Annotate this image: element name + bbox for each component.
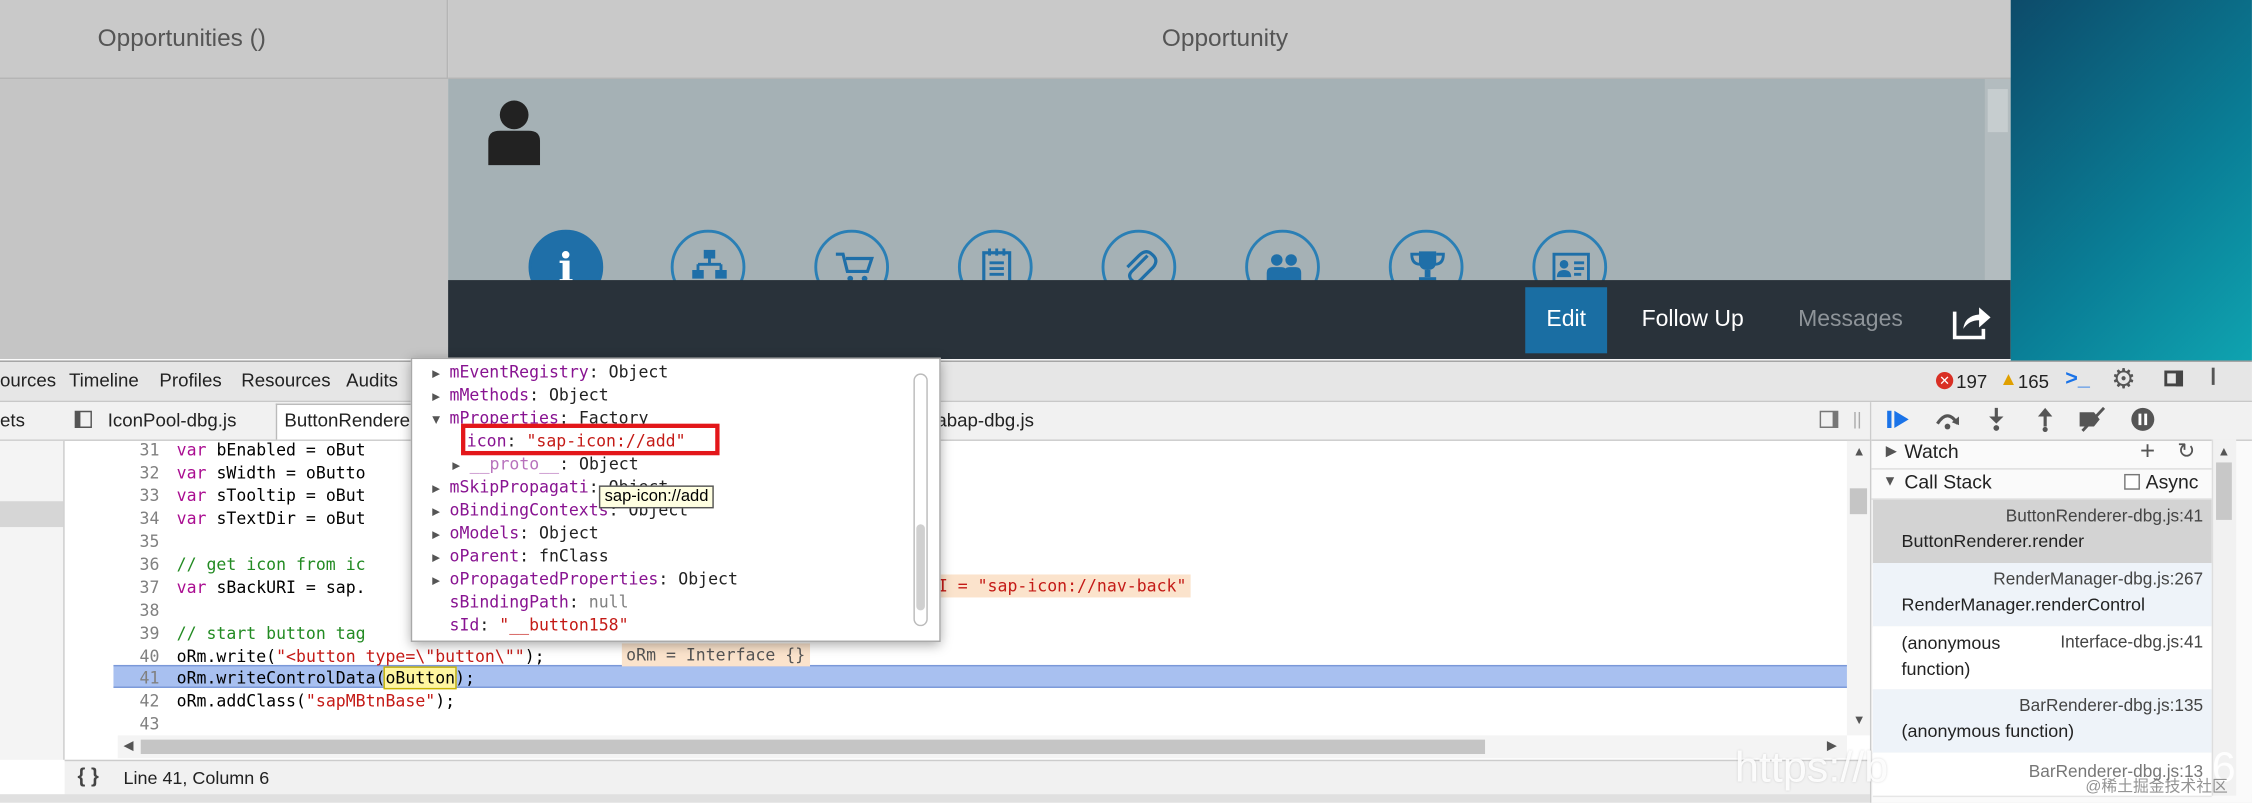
step-out-icon[interactable] <box>2034 406 2057 433</box>
sidebar-scroll-thumb[interactable] <box>2216 462 2232 520</box>
code-line: 32 var sWidth = oButto <box>139 462 366 483</box>
call-frame-selected[interactable]: ButtonRenderer-dbg.js:41 ButtonRenderer.… <box>1872 499 2212 565</box>
deactivate-breakpoints-icon[interactable] <box>2077 406 2109 432</box>
footer-toolbar <box>448 280 2011 360</box>
devtools-tabbar <box>0 361 2252 403</box>
popover-row[interactable]: sBindingPath: null <box>450 590 629 613</box>
follow-up-button[interactable]: Follow Up <box>1642 307 1744 333</box>
desktop-background <box>2010 0 2252 361</box>
popover-row[interactable]: sId: "__button158" <box>450 613 629 636</box>
add-watch-icon[interactable]: + <box>2140 437 2155 467</box>
resume-icon[interactable] <box>1886 408 1912 431</box>
tab-timeline[interactable]: Timeline <box>69 362 139 399</box>
editor-status-bar <box>64 759 1870 796</box>
edit-button-label: Edit <box>1546 307 1586 332</box>
code-line: 31 var bEnabled = oBut <box>139 440 366 460</box>
screenshot-stage: Opportunities () Opportunity i Edit Foll… <box>0 0 2252 803</box>
code-line: 41 oRm.writeControlData(oButton); <box>139 666 476 690</box>
watermark-small: @稀土掘金技术社区 <box>2085 778 2228 796</box>
value-tooltip: sap-icon://add <box>598 485 715 509</box>
code-line: 43 <box>139 713 160 734</box>
person-icon <box>488 100 541 166</box>
file-tab-buttonrenderer-label: ButtonRendere <box>284 409 410 431</box>
refresh-watch-icon[interactable]: ↻ <box>2177 438 2195 463</box>
vscroll-up-icon[interactable]: ▲ <box>1853 444 1866 458</box>
inline-value-orm: oRm = Interface {} <box>621 643 810 667</box>
messages-button[interactable]: Messages <box>1798 307 1903 333</box>
warning-icon[interactable]: ▲ <box>1999 368 2017 390</box>
step-into-icon[interactable] <box>1985 406 2008 432</box>
watch-label: Watch <box>1904 440 1959 463</box>
call-stack-expand-icon[interactable]: ▼ <box>1883 474 1897 490</box>
tabs-divider-icon: || <box>1852 409 1862 430</box>
call-stack-label: Call Stack <box>1904 471 1992 493</box>
debugger-toolbar <box>1871 402 2252 441</box>
detail-title: Opportunity <box>1161 24 1289 52</box>
tab-profiles[interactable]: Profiles <box>159 362 221 399</box>
tab-sources[interactable]: ources <box>0 362 56 399</box>
navigator-selected-row[interactable] <box>0 501 64 528</box>
call-frame[interactable]: BarRenderer-dbg.js:135 (anonymous functi… <box>1872 689 2212 755</box>
pretty-print-icon[interactable]: { } <box>78 764 99 787</box>
object-popover[interactable]: ▶ mEventRegistry: Object ▶ mMethods: Objec… <box>410 357 941 642</box>
editor-vscrollbar[interactable] <box>1846 440 1870 736</box>
vscroll-thumb[interactable] <box>1849 488 1868 515</box>
console-icon[interactable]: >_ <box>2065 366 2090 390</box>
popover-row[interactable]: ▶ mMethods: Object <box>432 383 608 406</box>
file-tab-abap[interactable]: abap-dbg.js <box>936 409 1034 431</box>
code-line: 34 var sTextDir = oBut <box>139 508 366 529</box>
master-title: Opportunities () <box>97 24 266 52</box>
popover-row[interactable]: ▶ __proto__: Object <box>452 452 638 475</box>
navigator-pane <box>0 440 65 760</box>
sidebar-scroll-up-icon[interactable]: ▲ <box>2217 444 2230 458</box>
code-line: 36// get icon from ic <box>139 554 366 575</box>
vscroll-down-icon[interactable]: ▼ <box>1853 712 1866 726</box>
cursor-position: Line 41, Column 6 <box>123 768 270 789</box>
code-line: 33 var sTooltip = oBut <box>139 485 366 506</box>
code-editor[interactable]: 31 var bEnabled = oBut 32 var sWidth = oBu… <box>65 441 1870 735</box>
code-line: 37 var sBackURI = sap. <box>139 577 366 598</box>
hscroll-thumb[interactable] <box>140 739 1486 755</box>
scroll-thumb[interactable] <box>1987 89 2008 133</box>
navigator-toggle-icon[interactable] <box>74 410 92 428</box>
code-line: 40 oRm.write("<button type=\"button\""); <box>139 646 545 667</box>
watermark-url: https://b <box>1734 743 1889 792</box>
code-line: 42 oRm.addClass("sapMBtnBase"); <box>139 690 456 711</box>
highlight-box <box>461 423 720 456</box>
gear-icon[interactable]: ⚙ <box>2111 363 2135 396</box>
tab-audits[interactable]: Audits <box>346 362 398 399</box>
inline-value-sbackuri: I = "sap-icon://nav-back" <box>933 574 1191 598</box>
error-count[interactable]: 197 <box>1956 371 1987 393</box>
hscroll-left-icon[interactable]: ◀ <box>124 738 134 754</box>
async-checkbox[interactable] <box>2124 473 2140 490</box>
sidebar-toggle-icon[interactable] <box>1819 410 1839 428</box>
share-icon[interactable] <box>1950 300 1993 340</box>
file-tab-snippets[interactable]: ets <box>0 409 25 431</box>
error-icon[interactable]: ✕ <box>1935 371 1954 390</box>
tab-resources[interactable]: Resources <box>241 362 330 399</box>
call-frame[interactable]: Interface-dbg.js:41 (anonymous function) <box>1872 626 2212 691</box>
call-frame[interactable]: RenderManager-dbg.js:267 RenderManager.r… <box>1872 562 2212 628</box>
step-over-icon[interactable] <box>1933 408 1962 431</box>
watch-expand-icon[interactable]: ▶ <box>1886 444 1897 460</box>
popover-row[interactable]: ▶ oPropagatedProperties: Object <box>432 567 738 590</box>
code-line: 35 <box>139 531 160 552</box>
popover-scroll-thumb[interactable] <box>916 524 925 611</box>
code-line: 39// start button tag <box>139 623 366 644</box>
code-line: 38 <box>139 600 160 621</box>
async-label: Async <box>2145 471 2199 493</box>
popover-row[interactable]: ▶ oModels: Object <box>432 521 598 544</box>
close-devtools-icon[interactable] <box>2211 367 2229 385</box>
pause-on-exceptions-icon[interactable] <box>2130 406 2156 432</box>
file-tab-iconpool[interactable]: IconPool-dbg.js <box>108 409 237 431</box>
popover-row[interactable]: ▶ oParent: fnClass <box>432 544 608 567</box>
popover-row[interactable]: ▶ mEventRegistry: Object <box>432 360 668 383</box>
dock-icon-fill <box>2175 370 2184 387</box>
warning-count[interactable]: 165 <box>2018 371 2049 393</box>
